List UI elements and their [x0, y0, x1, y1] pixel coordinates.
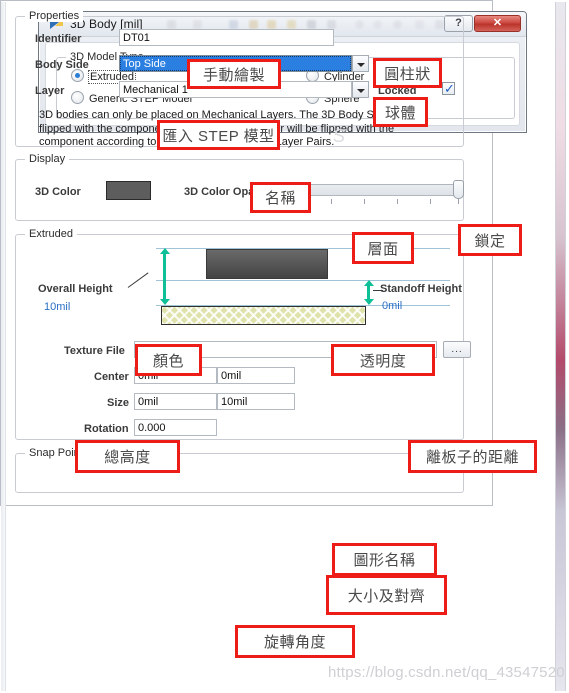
annotation-rotation-angle: 旋轉角度 [235, 625, 355, 658]
annotation-import-step: 匯入 STEP 模型 [157, 120, 280, 150]
annotation-size-and-align: 大小及對齊 [326, 575, 447, 615]
locked-checkbox[interactable]: ✓ [442, 81, 455, 96]
layer-chevron-down-icon[interactable] [352, 81, 369, 98]
layer-label: Layer [35, 85, 65, 97]
annotation-cylinder: 圓柱狀 [373, 58, 442, 88]
opacity-slider-thumb[interactable] [453, 180, 464, 199]
annotation-graphic-name: 圖形名稱 [332, 543, 437, 576]
overall-height-arrow-bottom [160, 299, 170, 305]
texture-file-browse-button[interactable]: ... [443, 341, 471, 358]
standoff-height-arrow-bottom [364, 299, 374, 305]
center-label: Center [94, 371, 129, 383]
display-legend: Display [25, 153, 70, 165]
3d-color-label: 3D Color [35, 186, 81, 198]
display-group: Display 3D Color 3D Color Opacity [15, 153, 464, 221]
size-label: Size [107, 397, 130, 409]
standoff-height-arrow-line [367, 285, 370, 300]
vertical-scrollbar[interactable] [555, 2, 566, 691]
standoff-height-leader-line [373, 290, 383, 291]
3d-color-swatch[interactable] [106, 181, 151, 200]
annotation-lock: 鎖定 [458, 224, 522, 256]
annotation-sphere: 球體 [373, 97, 428, 127]
overall-height-leader-line [127, 272, 149, 288]
overall-height-arrow-line [163, 253, 166, 299]
watermark: https://blog.csdn.net/qq_43547520 [328, 664, 565, 681]
check-icon: ✓ [444, 81, 455, 96]
body-side-label: Body Side [35, 59, 89, 71]
standoff-height-label: Standoff Height [380, 283, 462, 295]
panel-content: Properties Identifier DT01 Body Side Top… [7, 4, 552, 693]
center-y-input[interactable]: 0mil [217, 367, 295, 384]
annotation-name: 名稱 [250, 182, 311, 213]
annotation-standoff-distance: 離板子的距離 [408, 440, 537, 473]
properties-legend: Properties [25, 10, 84, 22]
annotation-layer-face: 層面 [352, 232, 414, 264]
panel-left-edge [1, 2, 6, 691]
body-side-chevron-down-icon[interactable] [352, 55, 369, 72]
mid-guide-line [156, 280, 450, 281]
opacity-slider-ticks [294, 199, 463, 204]
background-bleed-text: S [333, 126, 346, 146]
extruded-legend: Extruded [25, 228, 78, 240]
annotation-color: 顏色 [135, 344, 202, 376]
rotation-input[interactable]: 0.000 [134, 419, 217, 436]
standoff-height-value: 0mil [382, 300, 403, 312]
rotation-label: Rotation [84, 423, 129, 435]
extruded-body-preview [206, 249, 328, 279]
extruded-group: Extruded Overall Height 10mil Standoff H… [15, 228, 471, 440]
annotation-manual-draw: 手動繪製 [187, 59, 281, 89]
identifier-input[interactable]: DT01 [119, 29, 334, 46]
board-preview [161, 306, 366, 325]
opacity-slider-track[interactable] [294, 184, 463, 196]
identifier-label: Identifier [35, 33, 82, 45]
texture-file-label: Texture File [64, 345, 125, 357]
size-y-input[interactable]: 10mil [217, 393, 295, 410]
annotation-opacity: 透明度 [331, 344, 435, 376]
size-x-input[interactable]: 0mil [134, 393, 217, 410]
annotation-total-height: 總高度 [75, 440, 180, 473]
overall-height-label: Overall Height [38, 283, 113, 295]
overall-height-value: 10mil [44, 301, 71, 313]
